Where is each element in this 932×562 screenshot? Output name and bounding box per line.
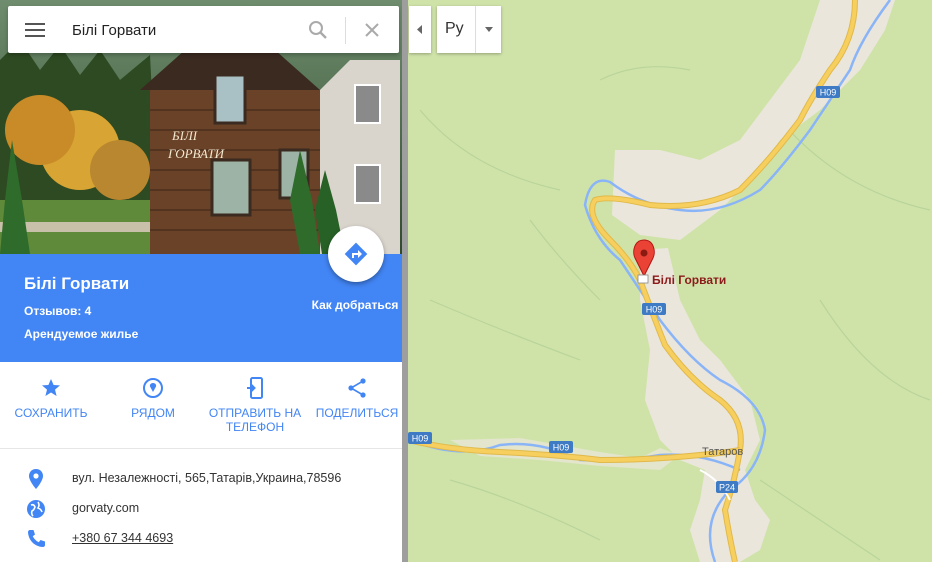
reviews-link[interactable]: Отзывов: 4 bbox=[24, 304, 91, 318]
save-button[interactable]: СОХРАНИТЬ bbox=[1, 376, 101, 420]
svg-text:H09: H09 bbox=[412, 434, 429, 444]
language-separator bbox=[475, 6, 476, 53]
website-row[interactable]: gorvaty.com bbox=[0, 494, 402, 524]
search-box bbox=[8, 6, 399, 53]
send-to-phone-icon bbox=[247, 377, 263, 399]
place-details: вул. Незалежності, 565,Татарів,Украина,7… bbox=[0, 464, 402, 554]
address-text: вул. Незалежності, 565,Татарів,Украина,7… bbox=[72, 471, 342, 485]
place-header: Білі Горвати Отзывов: 4 Арендуемое жилье… bbox=[0, 226, 402, 362]
globe-icon bbox=[27, 500, 45, 518]
phone-row[interactable]: +380 67 344 4693 bbox=[0, 524, 402, 554]
road-shield-h09-left: H09 bbox=[408, 432, 432, 444]
language-dropdown-button[interactable] bbox=[477, 6, 501, 53]
language-selector[interactable]: Ру bbox=[437, 6, 501, 53]
caret-down-icon bbox=[485, 27, 493, 32]
directions-icon bbox=[344, 242, 368, 266]
directions-label[interactable]: Как добраться bbox=[310, 298, 400, 313]
sign-text-line2: ГОРВАТИ bbox=[167, 146, 225, 161]
sign-text-line1: БІЛІ bbox=[171, 128, 198, 143]
star-icon bbox=[42, 379, 60, 396]
phone-number[interactable]: +380 67 344 4693 bbox=[72, 531, 173, 545]
language-label[interactable]: Ру bbox=[445, 20, 464, 38]
search-icon[interactable] bbox=[306, 18, 330, 42]
action-bar: СОХРАНИТЬ РЯДОМ ОТПРАВИТЬ НА ТЕЛЕФОН ПОД… bbox=[0, 362, 402, 449]
road-shield-h09-top: H09 bbox=[816, 86, 840, 98]
place-title: Білі Горвати bbox=[24, 274, 130, 293]
directions-button[interactable] bbox=[328, 226, 384, 282]
collapse-panel-button[interactable] bbox=[409, 6, 431, 53]
road-shield-h09-bottom: H09 bbox=[549, 441, 573, 453]
caret-left-icon bbox=[417, 25, 422, 34]
search-input[interactable] bbox=[70, 16, 294, 44]
nearby-icon bbox=[143, 378, 163, 398]
svg-text:H09: H09 bbox=[820, 88, 837, 98]
road-shield-h09-mid: H09 bbox=[642, 303, 666, 315]
share-icon bbox=[348, 378, 366, 398]
place-panel: БІЛІ ГОРВАТИ Білі Горвати Отзывов: 4 Аре… bbox=[0, 0, 402, 562]
location-pin-icon bbox=[29, 469, 43, 489]
road-shield-p24: P24 bbox=[716, 481, 738, 493]
svg-text:H09: H09 bbox=[553, 443, 570, 453]
svg-text:P24: P24 bbox=[719, 483, 735, 493]
share-button[interactable]: ПОДЕЛИТЬСЯ bbox=[307, 376, 402, 420]
save-label: СОХРАНИТЬ bbox=[14, 406, 88, 420]
town-label: Татаров bbox=[702, 446, 743, 458]
share-label: ПОДЕЛИТЬСЯ bbox=[315, 406, 399, 420]
search-divider bbox=[345, 17, 346, 44]
panel-resize-edge[interactable] bbox=[402, 0, 408, 562]
close-icon[interactable] bbox=[360, 18, 384, 42]
menu-icon[interactable] bbox=[24, 20, 46, 40]
phone-icon bbox=[28, 530, 45, 547]
hotel-icon bbox=[637, 274, 649, 284]
address-row[interactable]: вул. Незалежності, 565,Татарів,Украина,7… bbox=[0, 464, 402, 494]
send-to-phone-button[interactable]: ОТПРАВИТЬ НА ТЕЛЕФОН bbox=[205, 376, 305, 434]
nearby-button[interactable]: РЯДОМ bbox=[103, 376, 203, 420]
svg-text:H09: H09 bbox=[646, 305, 663, 315]
website-link[interactable]: gorvaty.com bbox=[72, 501, 139, 515]
place-category: Арендуемое жилье bbox=[24, 327, 139, 341]
nearby-label: РЯДОМ bbox=[131, 406, 175, 420]
send-to-phone-label: ОТПРАВИТЬ НА ТЕЛЕФОН bbox=[208, 406, 302, 434]
place-map-label[interactable]: Білі Горвати bbox=[652, 273, 726, 287]
